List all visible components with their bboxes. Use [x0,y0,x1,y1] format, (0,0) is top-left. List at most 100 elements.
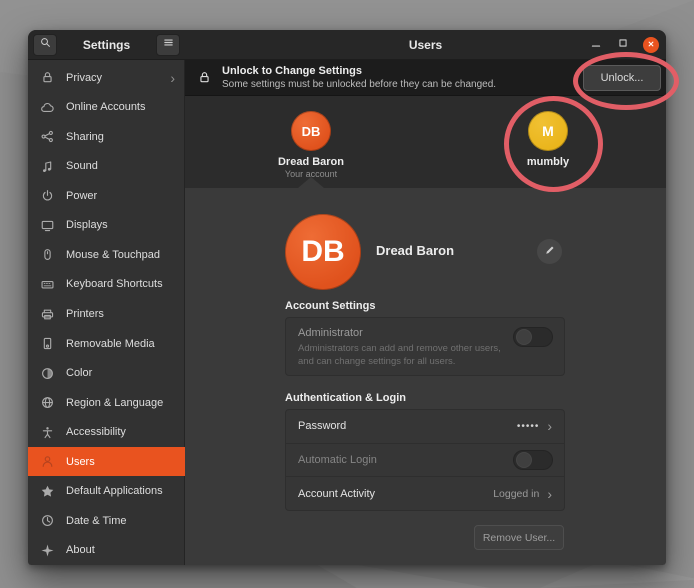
sidebar-item-label: Sound [66,160,98,172]
keyboard-icon [40,277,55,292]
cloud-icon [40,100,55,115]
settings-window: Settings Privacy › Online Accounts Shar [28,30,666,565]
sidebar-item-removable-media[interactable]: Removable Media [28,329,185,359]
accessibility-icon [40,425,55,440]
sidebar-item-label: Displays [66,219,108,231]
sidebar-item-date-time[interactable]: Date & Time [28,506,185,536]
lock-icon [197,70,212,85]
unlock-banner: Unlock to Change Settings Some settings … [185,60,666,96]
sidebar-item-default-applications[interactable]: Default Applications [28,476,185,506]
password-value: ••••• [517,421,540,432]
close-button[interactable] [643,37,659,53]
carousel-user-mumbly[interactable]: M mumbly [506,111,590,168]
sidebar-item-printers[interactable]: Printers [28,299,185,329]
section-header-authentication-login: Authentication & Login [285,392,406,404]
sidebar-item-about[interactable]: About [28,536,185,566]
sidebar-item-sound[interactable]: Sound [28,152,185,182]
sidebar-item-sharing[interactable]: Sharing [28,122,185,152]
sidebar-item-label: Privacy [66,72,102,84]
account-settings-card: Administrator Administrators can add and… [285,317,565,376]
sidebar-item-displays[interactable]: Displays [28,211,185,241]
color-profile-icon [40,366,55,381]
sidebar-item-label: Accessibility [66,426,126,438]
sidebar-item-label: Mouse & Touchpad [66,249,160,261]
sidebar-item-label: Power [66,190,97,202]
sidebar-item-mouse-touchpad[interactable]: Mouse & Touchpad [28,240,185,270]
section-header-account-settings: Account Settings [285,300,375,312]
password-row[interactable]: Password ••••• › [286,410,564,443]
unlock-banner-title: Unlock to Change Settings [222,64,496,78]
maximize-icon [616,36,630,55]
administrator-toggle[interactable] [513,327,553,347]
removable-media-icon [40,336,55,351]
maximize-button[interactable] [615,37,631,53]
clock-icon [40,513,55,528]
mouse-icon [40,247,55,262]
administrator-description: Administrators can add and remove other … [298,343,510,369]
sidebar-item-label: Region & Language [66,397,163,409]
sidebar-item-label: Keyboard Shortcuts [66,278,163,290]
unlock-banner-text: Unlock to Change Settings Some settings … [222,64,496,91]
sidebar-item-region-language[interactable]: Region & Language [28,388,185,418]
unlock-button[interactable]: Unlock... [583,65,661,91]
account-activity-row[interactable]: Account Activity Logged in › [286,476,564,510]
sidebar-item-power[interactable]: Power [28,181,185,211]
sidebar-nav-list: Privacy › Online Accounts Sharing Sound [28,61,185,565]
carousel-selection-arrow [298,177,324,188]
globe-icon [40,395,55,410]
carousel-user-dread-baron[interactable]: DB Dread Baron Your account [269,111,353,179]
automatic-login-row: Automatic Login [286,443,564,477]
toggle-knob [516,452,532,468]
toggle-knob [516,329,532,345]
avatar: M [528,111,568,151]
sidebar-item-label: Sharing [66,131,104,143]
hamburger-menu-icon [162,36,175,54]
lock-icon [40,70,55,85]
avatar: DB [291,111,331,151]
authentication-card: Password ••••• › Automatic Login [285,409,565,511]
automatic-login-toggle[interactable] [513,450,553,470]
chevron-right-icon: › [170,71,175,85]
remove-user-button[interactable]: Remove User... [474,525,564,550]
power-icon [40,188,55,203]
menu-button[interactable] [156,34,180,56]
sidebar-item-label: About [66,544,95,556]
printer-icon [40,307,55,322]
sidebar-item-label: Online Accounts [66,101,146,113]
sidebar-item-label: Color [66,367,92,379]
star-icon [40,484,55,499]
sidebar-item-online-accounts[interactable]: Online Accounts [28,93,185,123]
sidebar-item-accessibility[interactable]: Accessibility [28,417,185,447]
sidebar-item-label: Default Applications [66,485,163,497]
sidebar-item-privacy[interactable]: Privacy › [28,63,185,93]
automatic-login-label: Automatic Login [298,454,377,466]
desktop-background: Settings Privacy › Online Accounts Shar [0,0,694,588]
profile-avatar: DB [285,214,361,290]
minimize-button[interactable] [588,37,604,53]
sidebar-headerbar: Settings [28,30,185,60]
main-headerbar: Users [185,30,666,60]
sparkle-icon [40,543,55,558]
chevron-right-icon: › [547,487,552,501]
profile-name: Dread Baron [376,243,454,258]
display-icon [40,218,55,233]
edit-name-button[interactable] [537,239,562,264]
unlock-banner-subtitle: Some settings must be unlocked before th… [222,78,496,91]
minimize-icon [589,36,603,55]
chevron-right-icon: › [547,419,552,433]
user-carousel: DB Dread Baron Your account M mumbly [185,96,666,188]
pencil-icon [544,243,556,261]
carousel-user-name: mumbly [527,156,569,168]
sidebar-item-label: Removable Media [66,338,155,350]
sidebar-item-label: Date & Time [66,515,127,527]
music-note-icon [40,159,55,174]
person-icon [40,454,55,469]
account-activity-label: Account Activity [298,488,375,500]
sidebar: Settings Privacy › Online Accounts Shar [28,30,185,565]
sidebar-item-color[interactable]: Color [28,358,185,388]
sidebar-item-keyboard-shortcuts[interactable]: Keyboard Shortcuts [28,270,185,300]
user-detail-content: DB Dread Baron Account Settings Administ… [185,188,666,565]
password-label: Password [298,420,346,432]
sidebar-item-users[interactable]: Users [28,447,185,477]
sidebar-item-label: Users [66,456,95,468]
